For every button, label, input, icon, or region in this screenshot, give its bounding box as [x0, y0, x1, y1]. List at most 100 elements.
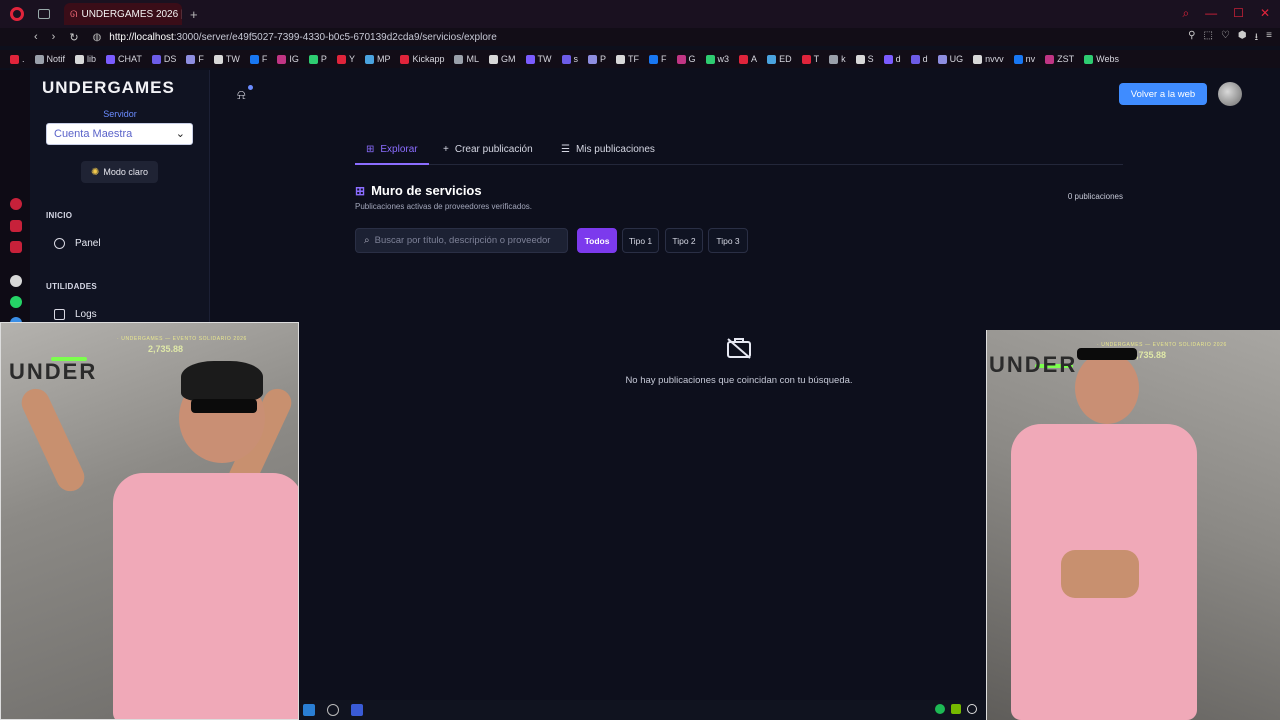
filter-tipo-1[interactable]: Tipo 1	[622, 228, 659, 253]
bookmark-label: T	[813, 54, 820, 64]
minimize-icon[interactable]: —	[1205, 6, 1217, 21]
tab-explore[interactable]: ⊞ Explorar	[366, 144, 418, 155]
screenshot-icon[interactable]: ⬚	[1204, 30, 1213, 47]
new-tab-button[interactable]: +	[190, 7, 198, 22]
search-tabs-icon[interactable]: ⌕	[1182, 6, 1189, 21]
bookmark-item[interactable]: TW	[213, 54, 240, 64]
bookmark-label: ZST	[1057, 54, 1075, 64]
bookmark-label: Kickapp	[412, 54, 445, 64]
opera-sidebar-icon[interactable]	[10, 198, 22, 210]
bookmark-item[interactable]: GM	[489, 54, 516, 64]
back-icon[interactable]: ‹	[34, 31, 38, 44]
tab-my-posts[interactable]: ☰ Mis publicaciones	[561, 144, 655, 155]
bookmark-favicon-icon	[561, 54, 571, 64]
bookmark-item[interactable]: CHAT	[106, 54, 142, 64]
bookmark-item[interactable]: .	[10, 54, 25, 64]
extensions-icon[interactable]: ⬢	[1238, 30, 1247, 47]
player-icon[interactable]	[10, 241, 22, 253]
close-window-icon[interactable]: ✕	[1260, 6, 1270, 21]
bookmark-item[interactable]: G	[676, 54, 696, 64]
app-icon[interactable]	[351, 704, 363, 716]
bookmark-item[interactable]: w3	[705, 54, 729, 64]
bookmark-item[interactable]: A	[739, 54, 757, 64]
bookmark-label: P	[600, 54, 607, 64]
download-icon[interactable]: ⭳	[1255, 30, 1259, 47]
plus-icon: +	[443, 144, 449, 155]
bookmark-item[interactable]: S	[855, 54, 874, 64]
bookmark-item[interactable]: P	[308, 54, 327, 64]
bookmark-item[interactable]: F	[649, 54, 667, 64]
bookmark-item[interactable]: ZST	[1045, 54, 1074, 64]
maximize-icon[interactable]: ☐	[1233, 6, 1244, 21]
person-hair	[181, 361, 263, 401]
clock-icon[interactable]	[327, 704, 339, 716]
bookmark-label: Notif	[46, 54, 66, 64]
bookmark-favicon-icon	[1084, 54, 1094, 64]
bookmark-item[interactable]: T	[801, 54, 820, 64]
bookmark-item[interactable]: nv	[1013, 54, 1035, 64]
bookmark-label: .	[22, 54, 25, 64]
forward-icon[interactable]: ›	[52, 31, 56, 44]
sidebar-item-panel[interactable]: Panel	[54, 238, 101, 249]
bookmark-item[interactable]: k	[829, 54, 846, 64]
bookmark-favicon-icon	[1045, 54, 1055, 64]
bookmark-item[interactable]: s	[561, 54, 578, 64]
back-to-web-button[interactable]: Volver a la web	[1119, 83, 1207, 105]
notifications-bell-icon[interactable]: ⍾	[237, 85, 253, 103]
bookmark-label: TW	[537, 54, 552, 64]
whatsapp-icon[interactable]	[10, 296, 22, 308]
browser-tab[interactable]: ᘏ UNDERGAMES 2026 | Acc	[64, 3, 182, 25]
server-select-value: Cuenta Maestra	[54, 128, 133, 140]
browser-toolbar: ⚲ ⬚ ♡ ⬢ ⭳ ≡	[1188, 30, 1272, 47]
bookmark-item[interactable]: nvvv	[973, 54, 1004, 64]
bookmark-item[interactable]: d	[883, 54, 901, 64]
spotify-icon[interactable]	[935, 704, 945, 714]
bookmark-label: S	[867, 54, 874, 64]
url-field[interactable]: http://localhost:3000/server/e49f5027-73…	[109, 32, 496, 43]
bookmark-item[interactable]: TF	[616, 54, 639, 64]
obs-icon[interactable]	[967, 704, 977, 714]
bookmark-item[interactable]: MP	[364, 54, 390, 64]
sidebar-item-logs[interactable]: Logs	[54, 309, 97, 320]
bookmark-item[interactable]: Notif	[34, 54, 66, 64]
vscode-icon[interactable]	[303, 704, 315, 716]
bookmark-item[interactable]: F	[249, 54, 267, 64]
tab-menu-icon[interactable]	[38, 9, 50, 19]
bookmark-icon[interactable]: ♡	[1221, 30, 1230, 47]
logs-icon	[54, 309, 65, 320]
bookmark-label: ML	[466, 54, 479, 64]
tab-create[interactable]: + Crear publicación	[443, 144, 533, 155]
pin-icon[interactable]: ⚲	[1188, 30, 1195, 47]
reload-icon[interactable]: ↻	[69, 31, 78, 44]
server-select[interactable]: Cuenta Maestra ⌄	[46, 123, 193, 145]
avatar[interactable]	[1218, 82, 1242, 106]
bookmark-item[interactable]: Kickapp	[400, 54, 444, 64]
filter-tipo-3[interactable]: Tipo 3	[708, 228, 748, 253]
bookmark-item[interactable]: ED	[767, 54, 792, 64]
bookmark-item[interactable]: lib	[75, 54, 96, 64]
bookmark-item[interactable]: d	[910, 54, 928, 64]
bookmark-item[interactable]: IG	[277, 54, 299, 64]
bookmark-item[interactable]: P	[588, 54, 606, 64]
taskbar	[299, 700, 986, 720]
filter-tipo-2[interactable]: Tipo 2	[665, 228, 703, 253]
nvidia-icon[interactable]	[951, 704, 961, 714]
site-info-icon[interactable]: ◍	[93, 32, 102, 43]
light-mode-button[interactable]: ✺ Modo claro	[81, 161, 158, 183]
menu-icon[interactable]: ≡	[1266, 30, 1272, 47]
search-input[interactable]	[374, 235, 560, 246]
bookmark-item[interactable]: F	[186, 54, 204, 64]
bookmark-item[interactable]: Webs	[1084, 54, 1119, 64]
chatgpt-icon[interactable]	[10, 275, 22, 287]
bookmark-item[interactable]: UG	[937, 54, 963, 64]
filter-todos[interactable]: Todos	[577, 228, 617, 253]
opera-logo-icon[interactable]	[10, 7, 24, 21]
bookmark-label: nvvv	[985, 54, 1004, 64]
bag-icon[interactable]	[10, 220, 22, 232]
page-title-text: Muro de servicios	[371, 183, 482, 198]
bookmark-item[interactable]: ML	[454, 54, 479, 64]
bookmark-label: Webs	[1096, 54, 1119, 64]
bookmark-item[interactable]: Y	[336, 54, 355, 64]
bookmark-item[interactable]: DS	[151, 54, 176, 64]
bookmark-item[interactable]: TW	[525, 54, 552, 64]
